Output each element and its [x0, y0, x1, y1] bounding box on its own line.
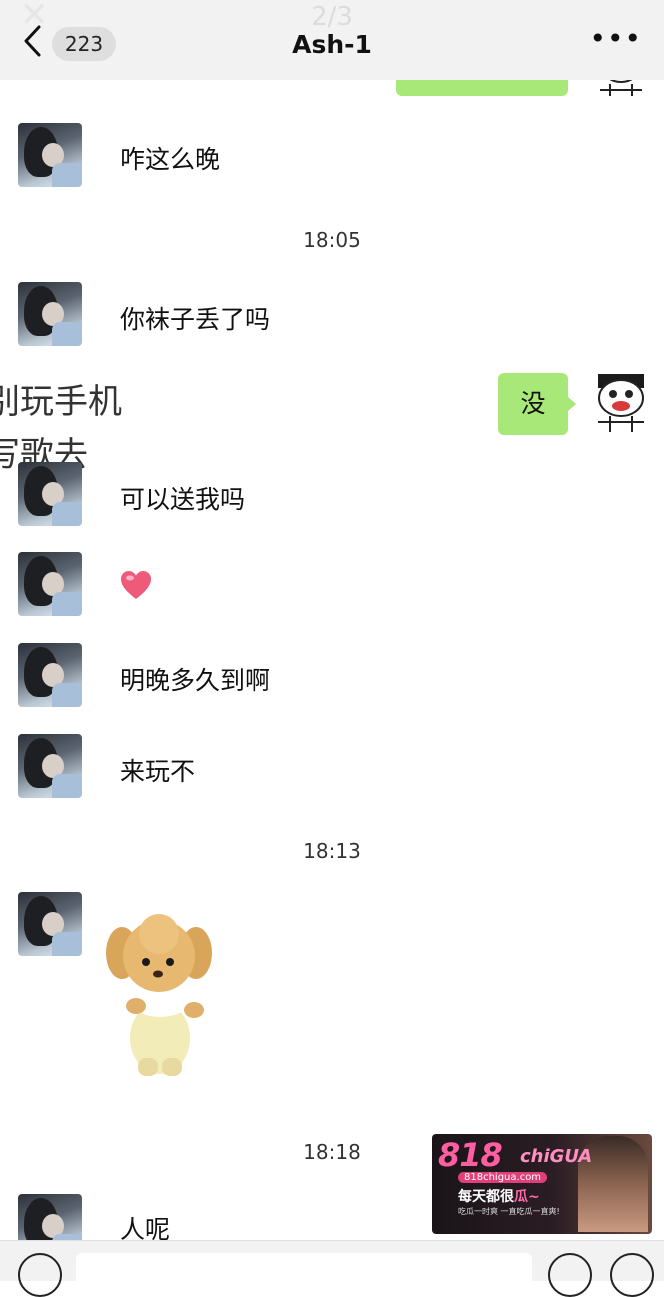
contact-avatar[interactable] — [18, 123, 82, 187]
timestamp: 18:05 — [303, 228, 361, 252]
incoming-message-text: 咋这么晚 — [120, 145, 221, 174]
bottom-input-bar — [0, 1240, 664, 1297]
bubble-tail — [567, 396, 576, 412]
contact-avatar[interactable] — [18, 282, 82, 346]
timestamp: 18:13 — [303, 839, 361, 863]
contact-avatar[interactable] — [18, 892, 82, 956]
voice-input-icon[interactable] — [18, 1253, 62, 1297]
more-actions-plus-icon[interactable] — [610, 1253, 654, 1297]
sender-avatar-clown[interactable] — [590, 372, 652, 434]
top-navigation-bar: ✕ 2/3 223 Ash-1 ••• — [0, 0, 664, 80]
more-options-icon[interactable]: ••• — [589, 22, 642, 55]
ad-slogan-b: 瓜~ — [514, 1189, 540, 1205]
puppy-sticker[interactable] — [100, 908, 215, 1078]
ad-url: 818chigua.com — [458, 1172, 548, 1183]
chat-title: Ash-1 — [292, 30, 372, 59]
overlay-caption-line-1: 别玩手机 — [0, 382, 122, 422]
incoming-message-text: 可以送我吗 — [120, 485, 246, 514]
contact-avatar[interactable] — [18, 552, 82, 616]
outgoing-message-bubble[interactable]: 没 — [498, 373, 568, 435]
watermark-ad-banner[interactable]: 818 chiGUA 818chigua.com 每天都很瓜~ 吃瓜一时爽 一直… — [432, 1134, 652, 1234]
ad-brand-logo: 818 — [438, 1136, 503, 1174]
incoming-message-text: 明晚多久到啊 — [120, 666, 271, 695]
ad-slogan: 每天都很瓜~ — [458, 1186, 540, 1206]
ad-tagline: 吃瓜一时爽 一直吃瓜一直爽! — [458, 1207, 560, 1216]
contact-avatar[interactable] — [18, 643, 82, 707]
ad-brand-sub: chiGUA — [520, 1146, 593, 1167]
heart-emoji-icon — [121, 571, 151, 599]
contact-avatar[interactable] — [18, 734, 82, 798]
emoji-icon[interactable] — [548, 1253, 592, 1297]
incoming-message-text: 来玩不 — [120, 757, 196, 786]
ad-slogan-a: 每天都很 — [458, 1189, 514, 1205]
message-input[interactable] — [76, 1253, 532, 1297]
contact-avatar[interactable] — [18, 462, 82, 526]
incoming-message-text: 你袜子丢了吗 — [120, 305, 271, 334]
